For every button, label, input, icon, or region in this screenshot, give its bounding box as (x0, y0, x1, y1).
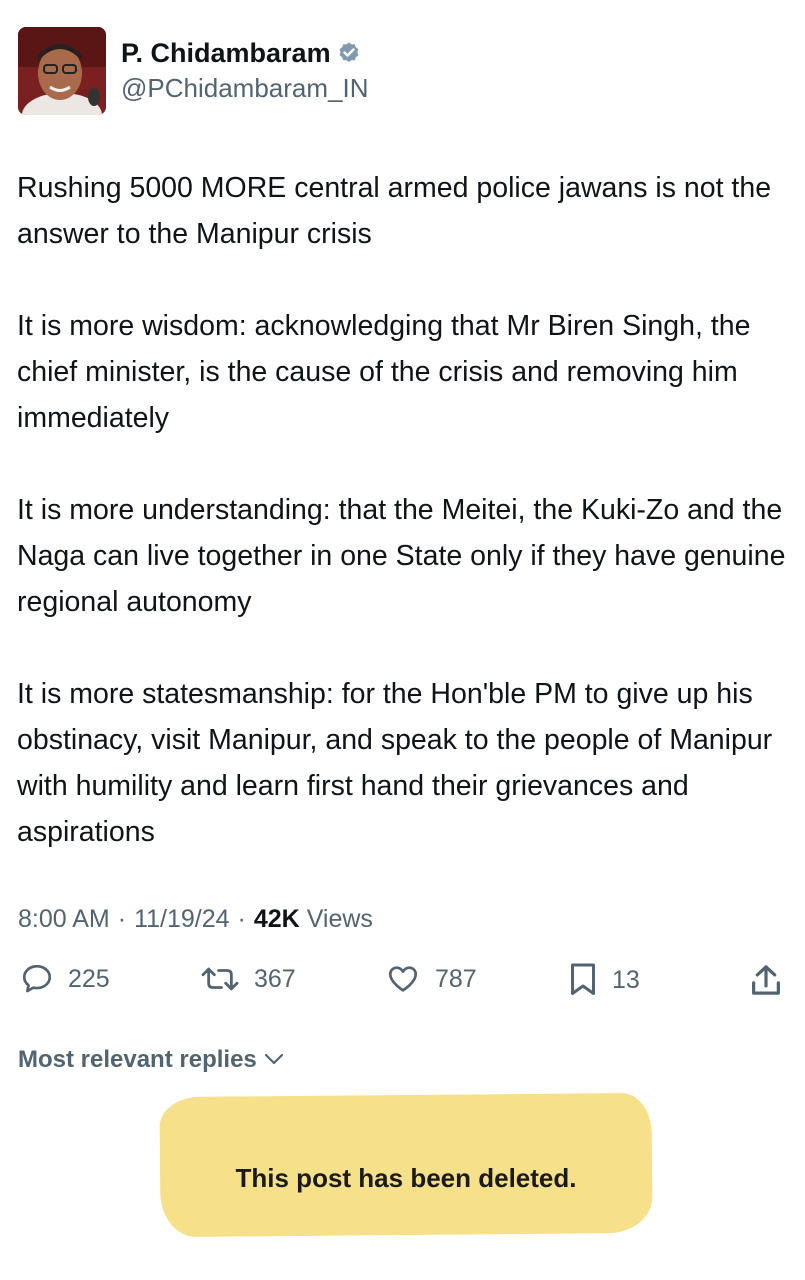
author-info: P. Chidambaram @PChidambaram_IN (121, 37, 368, 105)
tweet-text: Rushing 5000 MORE central armed police j… (17, 165, 792, 901)
action-bar: 225 367 787 13 (0, 962, 805, 1012)
reply-count: 225 (68, 964, 110, 993)
replies-sort-label: Most relevant replies (18, 1046, 257, 1073)
bookmark-button[interactable]: 13 (568, 962, 640, 998)
share-icon (750, 962, 782, 998)
tweet-paragraph: It is more understanding: that the Meite… (17, 494, 786, 618)
post-time[interactable]: 8:00 AM (18, 899, 110, 939)
share-button[interactable] (750, 962, 782, 998)
repost-button[interactable]: 367 (200, 962, 296, 996)
verified-badge-icon[interactable] (337, 41, 361, 65)
tweet-paragraph: It is more statesmanship: for the Hon'bl… (17, 678, 773, 848)
repost-icon (200, 962, 240, 996)
views[interactable]: 42K Views (254, 899, 373, 939)
reply-icon (20, 962, 54, 996)
tweet-header: P. Chidambaram @PChidambaram_IN (18, 27, 778, 119)
avatar-image (18, 27, 106, 115)
tweet-meta: 8:00 AM · 11/19/24 · 42K Views (18, 899, 373, 939)
post-date[interactable]: 11/19/24 (134, 899, 229, 939)
views-count: 42K (253, 905, 300, 933)
tweet-paragraph: Rushing 5000 MORE central armed police j… (17, 172, 772, 250)
replies-sort-dropdown[interactable]: Most relevant replies (18, 1046, 285, 1074)
reply-button[interactable]: 225 (20, 962, 110, 996)
like-count: 787 (435, 964, 477, 993)
separator-dot: · (237, 905, 246, 933)
bookmark-icon (568, 962, 598, 998)
bookmark-count: 13 (612, 965, 640, 994)
heart-icon (385, 962, 421, 996)
repost-count: 367 (254, 964, 296, 993)
handle[interactable]: @PChidambaram_IN (121, 71, 368, 105)
deleted-post-notice: This post has been deleted. (235, 1163, 577, 1193)
chevron-down-icon (263, 1046, 285, 1074)
display-name[interactable]: P. Chidambaram (121, 37, 331, 69)
separator-dot: · (117, 905, 127, 933)
like-button[interactable]: 787 (385, 962, 477, 996)
name-row: P. Chidambaram (121, 37, 368, 69)
tweet-paragraph: It is more wisdom: acknowledging that Mr… (17, 310, 751, 434)
avatar[interactable] (18, 27, 106, 115)
views-label: Views (306, 905, 373, 933)
